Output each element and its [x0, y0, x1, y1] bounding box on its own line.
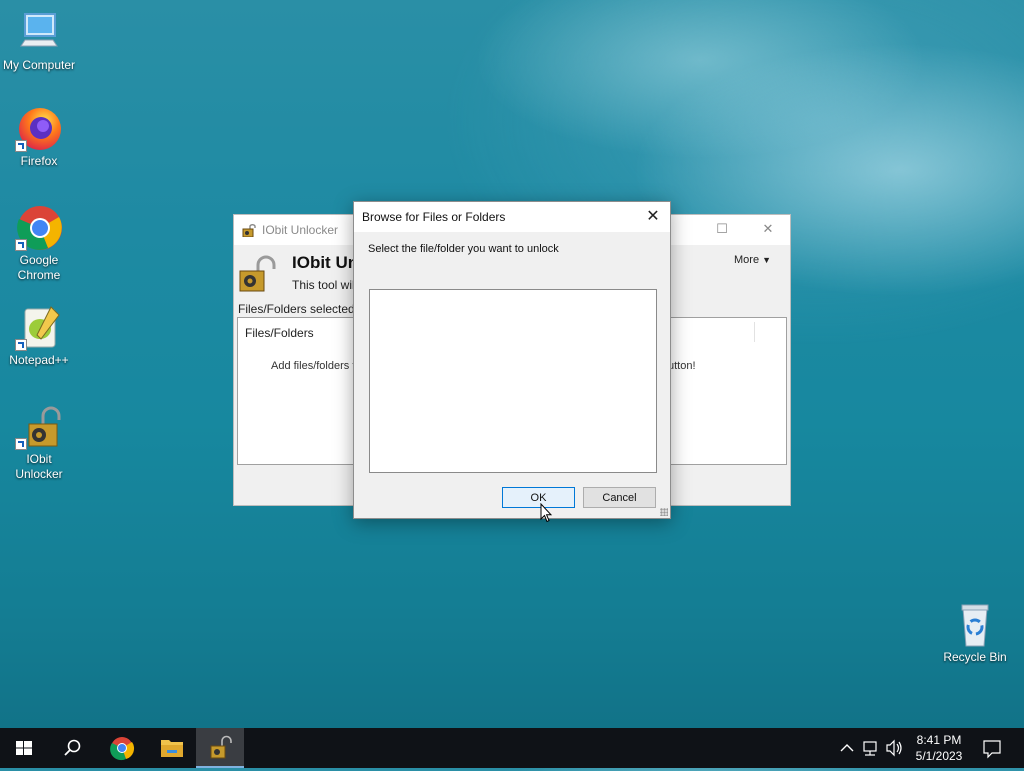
folder-icon [161, 740, 183, 757]
desktop-icon-label: Recycle Bin [943, 650, 1007, 664]
resize-grip-icon[interactable] [660, 508, 668, 516]
dialog-titlebar[interactable]: Browse for Files or Folders ✕ [354, 202, 670, 232]
window-title: IObit Unlocker [262, 223, 339, 237]
app-small-icon [242, 223, 256, 240]
unlocker-icon [210, 735, 232, 759]
taskbar-clock[interactable]: 8:41 PM 5/1/2023 [906, 732, 972, 764]
notification-center-icon[interactable] [980, 728, 1004, 768]
network-icon[interactable] [860, 728, 882, 768]
close-button[interactable]: ✕ [758, 221, 778, 237]
files-column-header[interactable]: Files/Folders [245, 326, 314, 340]
shortcut-arrow-icon [15, 438, 27, 450]
desktop-icon-firefox[interactable]: Firefox [1, 106, 77, 169]
folder-tree[interactable] [369, 289, 657, 473]
desktop-icon-label: IObit Unlocker [15, 452, 63, 481]
desktop-icon-label: Notepad++ [9, 353, 69, 367]
start-button[interactable] [0, 728, 48, 768]
caret-down-icon: ▼ [762, 255, 772, 265]
taskbar-chrome[interactable] [98, 728, 146, 768]
clock-time: 8:41 PM [916, 733, 962, 747]
taskbar-iobit-unlocker[interactable] [196, 728, 244, 768]
unlocker-icon [15, 404, 63, 450]
desktop-icon-google-chrome[interactable]: Google Chrome [1, 205, 77, 283]
desktop-icon-my-computer[interactable]: My Computer [1, 10, 77, 73]
more-label: More [734, 254, 760, 266]
computer-icon [15, 10, 63, 56]
search-button[interactable] [48, 728, 96, 768]
desktop-icon-label: Firefox [20, 154, 58, 168]
column-divider [754, 322, 755, 342]
clock-date: 5/1/2023 [915, 749, 963, 763]
add-files-hint-right: utton! [668, 360, 696, 372]
desktop-icon-label: Google Chrome [17, 253, 61, 282]
cancel-button[interactable]: Cancel [583, 487, 656, 508]
taskbar: 8:41 PM 5/1/2023 [0, 728, 1024, 768]
firefox-icon [15, 106, 63, 152]
shortcut-arrow-icon [15, 239, 27, 251]
desktop-icon-label: My Computer [2, 58, 76, 72]
ok-button[interactable]: OK [502, 487, 575, 508]
add-files-hint-left: Add files/folders t [271, 360, 356, 372]
dialog-prompt: Select the file/folder you want to unloc… [368, 243, 559, 255]
app-header-subtitle: This tool will [292, 278, 358, 292]
dialog-title: Browse for Files or Folders [362, 210, 506, 224]
volume-icon[interactable] [884, 728, 904, 768]
tray-overflow-chevron-icon[interactable] [838, 728, 856, 768]
files-selected-label: Files/Folders selected [238, 302, 355, 316]
recycle-bin-icon [951, 602, 999, 648]
search-icon [64, 739, 81, 756]
browse-dialog: Browse for Files or Folders ✕ Select the… [353, 201, 671, 519]
close-icon[interactable]: ✕ [644, 206, 662, 226]
chrome-icon [110, 737, 135, 761]
chrome-icon [15, 205, 63, 251]
shortcut-arrow-icon [15, 339, 27, 351]
maximize-button[interactable]: ☐ [712, 221, 732, 237]
taskbar-file-explorer[interactable] [148, 728, 196, 768]
mouse-cursor-icon [540, 502, 553, 526]
desktop-icon-iobit-unlocker[interactable]: IObit Unlocker [1, 404, 77, 482]
app-logo-icon [238, 255, 278, 296]
more-menu-button[interactable]: More ▼ [734, 254, 771, 266]
app-header-title: IObit Un [292, 253, 359, 272]
desktop-icon-recycle-bin[interactable]: Recycle Bin [937, 602, 1013, 665]
notepad-plus-plus-icon [15, 305, 63, 351]
desktop-icon-notepad-plus-plus[interactable]: Notepad++ [1, 305, 77, 368]
shortcut-arrow-icon [15, 140, 27, 152]
windows-logo-icon [16, 741, 32, 755]
